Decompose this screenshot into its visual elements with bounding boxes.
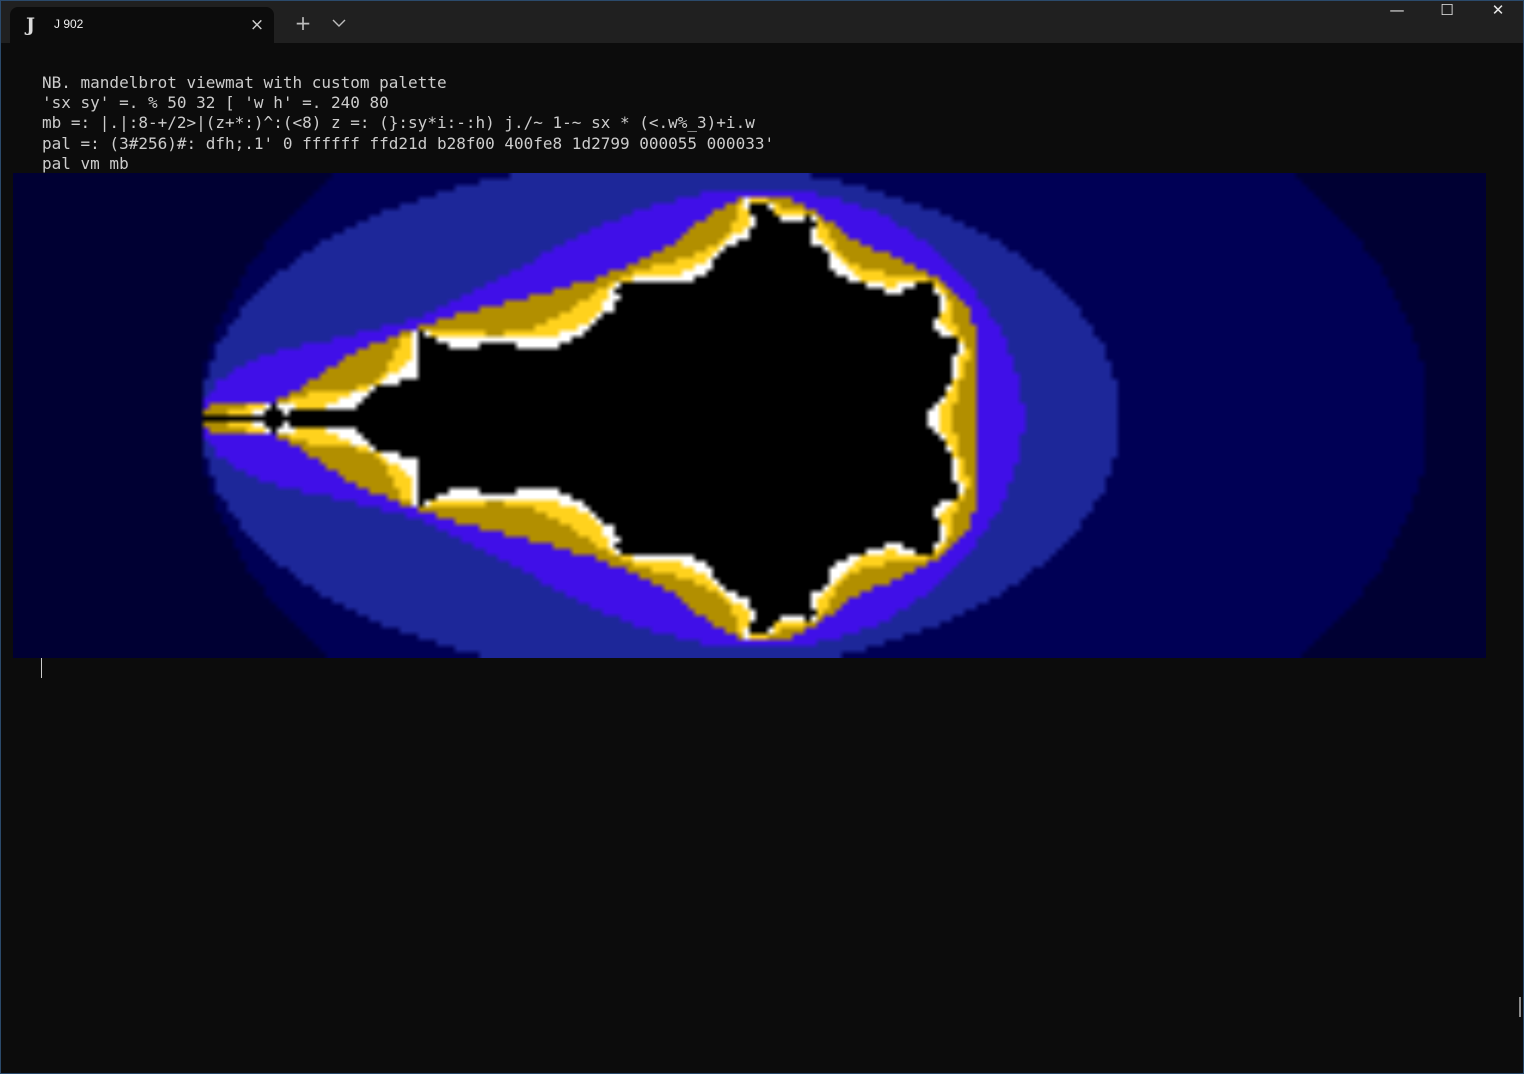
chevron-down-icon[interactable] <box>331 13 347 33</box>
mandelbrot-viewmat-image <box>13 173 1486 658</box>
console-line: pal =: (3#256)#: dfh;.1' 0 ffffff ffd21d… <box>42 133 775 153</box>
scrollbar-thumb[interactable] <box>1519 997 1521 1017</box>
j-logo-icon: J <box>26 14 35 36</box>
console-line: 'sx sy' =. % 50 32 [ 'w h' =. 240 80 <box>42 93 389 113</box>
close-tab-icon[interactable]: × <box>248 16 266 34</box>
terminal-window: J J 902 × + — ☐ ✕ NB. mandelbrot viewmat… <box>0 0 1524 1074</box>
close-window-button[interactable]: ✕ <box>1473 1 1523 43</box>
title-bar[interactable]: J J 902 × + — ☐ ✕ <box>1 1 1523 43</box>
maximize-button[interactable]: ☐ <box>1422 1 1472 43</box>
text-cursor <box>41 658 42 678</box>
tab-j902[interactable]: J J 902 × <box>10 7 274 43</box>
new-tab-button[interactable]: + <box>293 13 313 33</box>
console-area[interactable]: NB. mandelbrot viewmat with custom palet… <box>1 43 1523 1073</box>
tab-title: J 902 <box>54 17 84 31</box>
console-line: pal vm mb <box>42 153 129 173</box>
console-line: NB. mandelbrot viewmat with custom palet… <box>42 73 447 92</box>
console-line: mb =: |.|:8-+/2>|(z+*:)^:(<8) z =: (}:sy… <box>42 113 755 133</box>
minimize-button[interactable]: — <box>1372 1 1422 43</box>
console-input-history: NB. mandelbrot viewmat with custom palet… <box>42 73 774 174</box>
